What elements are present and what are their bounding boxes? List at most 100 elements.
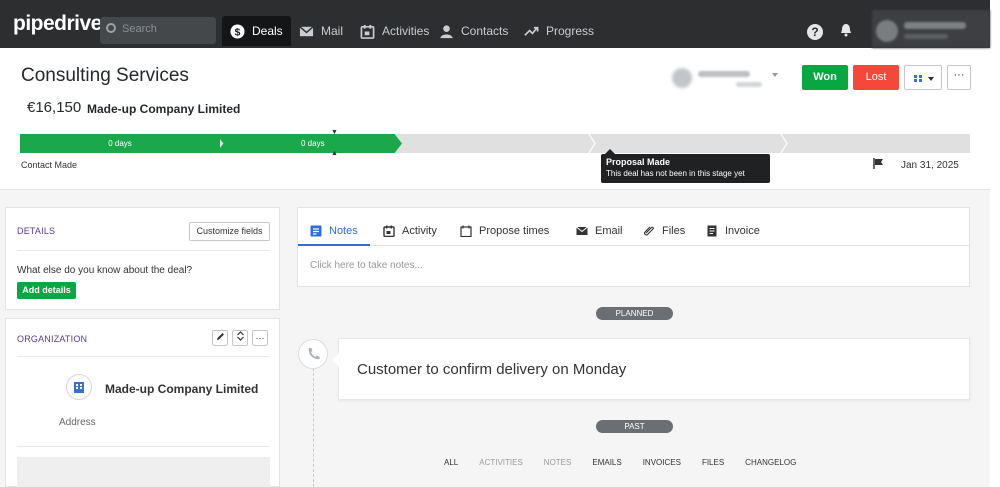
details-section: DETAILS Customize fields What else do yo… [5, 207, 280, 310]
divider [298, 245, 970, 246]
filter-all[interactable]: ALL [444, 458, 458, 467]
nav-progress[interactable]: Progress [516, 16, 602, 46]
organization-section: ORGANIZATION ··· Made-up Company Limited… [5, 318, 280, 487]
divider [17, 356, 270, 357]
tab-activity[interactable]: Activity [383, 219, 437, 243]
phone-icon [308, 348, 320, 360]
filter-activities[interactable]: ACTIVITIES [479, 458, 523, 467]
pipeline-stage-bar: 0 days 0 days [20, 134, 970, 153]
pipeline-stage-contact-made[interactable]: 0 days [20, 134, 220, 153]
nav-mail[interactable]: Mail [291, 16, 351, 46]
swap-icon [236, 331, 244, 341]
deal-organization-link[interactable]: Made-up Company Limited [87, 102, 240, 116]
lost-button[interactable]: Lost [853, 65, 899, 90]
stage-tooltip: Proposal Made This deal has not been in … [601, 149, 770, 183]
composer-panel: Notes Activity Propose times Email Files… [297, 207, 970, 287]
help-icon[interactable]: ? [807, 24, 823, 40]
organization-title: ORGANIZATION [17, 334, 88, 344]
invoice-icon [707, 225, 717, 237]
bell-icon[interactable] [840, 23, 852, 37]
deal-title[interactable]: Consulting Services [21, 65, 189, 87]
tab-email-label: Email [595, 225, 623, 237]
tab-propose-times[interactable]: Propose times [460, 219, 549, 243]
timeline-line [313, 363, 314, 487]
chevron-down-icon [772, 73, 778, 77]
trend-icon [524, 26, 539, 36]
add-details-button[interactable]: Add details [17, 282, 76, 299]
top-navigation-bar: pipedrive Search $ Deals Mail Activities… [0, 0, 990, 48]
pipedrive-logo[interactable]: pipedrive [13, 12, 102, 36]
edit-organization-button[interactable] [212, 330, 228, 346]
current-stage-label: Contact Made [21, 160, 78, 170]
organization-more-button[interactable]: ··· [252, 330, 268, 346]
tab-notes-label: Notes [329, 225, 358, 237]
stage-marker-icon: ▲ [331, 150, 338, 157]
user-menu[interactable] [872, 10, 990, 48]
nav-contacts[interactable]: Contacts [431, 16, 516, 46]
won-button[interactable]: Won [802, 65, 848, 90]
more-actions-button[interactable]: ··· [947, 65, 971, 90]
organization-footer [17, 457, 270, 487]
tooltip-title: Proposal Made [606, 157, 671, 167]
nav-mail-label: Mail [321, 24, 344, 38]
svg-text:$: $ [235, 27, 241, 38]
history-filter-bar: ALL ACTIVITIES NOTES EMAILS INVOICES FIL… [444, 458, 817, 467]
search-input[interactable]: Search [100, 17, 216, 44]
building-icon [66, 374, 92, 400]
calendar-icon [360, 24, 375, 39]
filter-files[interactable]: FILES [702, 458, 724, 467]
organization-name-link[interactable]: Made-up Company Limited [105, 382, 258, 396]
customize-fields-button[interactable]: Customize fields [189, 222, 270, 241]
nav-activities[interactable]: Activities [352, 16, 437, 46]
pipeline-stage-2[interactable]: 0 days [216, 134, 402, 153]
search-icon [106, 23, 116, 33]
address-label: Address [59, 417, 96, 428]
person-icon [440, 24, 453, 38]
tab-email[interactable]: Email [576, 219, 623, 243]
tab-activity-label: Activity [402, 225, 437, 237]
grid-icon [914, 75, 922, 82]
divider [17, 250, 270, 251]
deal-value[interactable]: €16,150 [27, 99, 81, 116]
filter-notes[interactable]: NOTES [544, 458, 572, 467]
tab-propose-times-label: Propose times [479, 225, 550, 237]
avatar [876, 20, 898, 42]
nav-deals-label: Deals [252, 24, 283, 38]
tooltip-text: This deal has not been in this stage yet [606, 169, 745, 178]
filter-emails[interactable]: EMAILS [592, 458, 621, 467]
activity-item[interactable]: Customer to confirm delivery on Monday [332, 338, 970, 400]
deal-owner-selector[interactable] [668, 66, 780, 92]
view-switcher-button[interactable] [904, 65, 942, 90]
tab-files[interactable]: Files [643, 219, 685, 243]
nav-deals[interactable]: $ Deals [222, 16, 291, 46]
mail-icon [299, 25, 314, 36]
dollar-circle-icon: $ [230, 23, 245, 39]
nav-contacts-label: Contacts [461, 24, 509, 38]
notes-input[interactable]: Click here to take notes... [310, 260, 423, 271]
nav-activities-label: Activities [382, 24, 430, 38]
change-organization-button[interactable] [232, 330, 248, 346]
nav-progress-label: Progress [546, 24, 595, 38]
divider [17, 446, 270, 447]
calendar-clock-icon [460, 225, 472, 237]
details-title: DETAILS [17, 226, 56, 236]
paperclip-icon [644, 226, 654, 236]
call-activity-marker [298, 339, 328, 369]
stage-divider [780, 134, 788, 153]
past-badge: PAST [596, 420, 673, 433]
mail-icon [576, 226, 588, 235]
expected-close-date[interactable]: Jan 31, 2025 [901, 160, 959, 171]
calendar-icon [383, 225, 395, 237]
tab-invoice[interactable]: Invoice [706, 219, 760, 243]
planned-badge: PLANNED [596, 307, 673, 320]
tab-files-label: Files [662, 225, 686, 237]
filter-changelog[interactable]: CHANGELOG [745, 458, 796, 467]
active-tab-indicator [298, 244, 370, 246]
search-placeholder: Search [122, 23, 157, 35]
note-icon [310, 225, 322, 237]
activity-subject[interactable]: Customer to confirm delivery on Monday [357, 361, 626, 378]
flag-icon [873, 158, 883, 169]
pencil-icon [216, 333, 224, 340]
tab-notes[interactable]: Notes [310, 219, 358, 243]
filter-invoices[interactable]: INVOICES [643, 458, 681, 467]
